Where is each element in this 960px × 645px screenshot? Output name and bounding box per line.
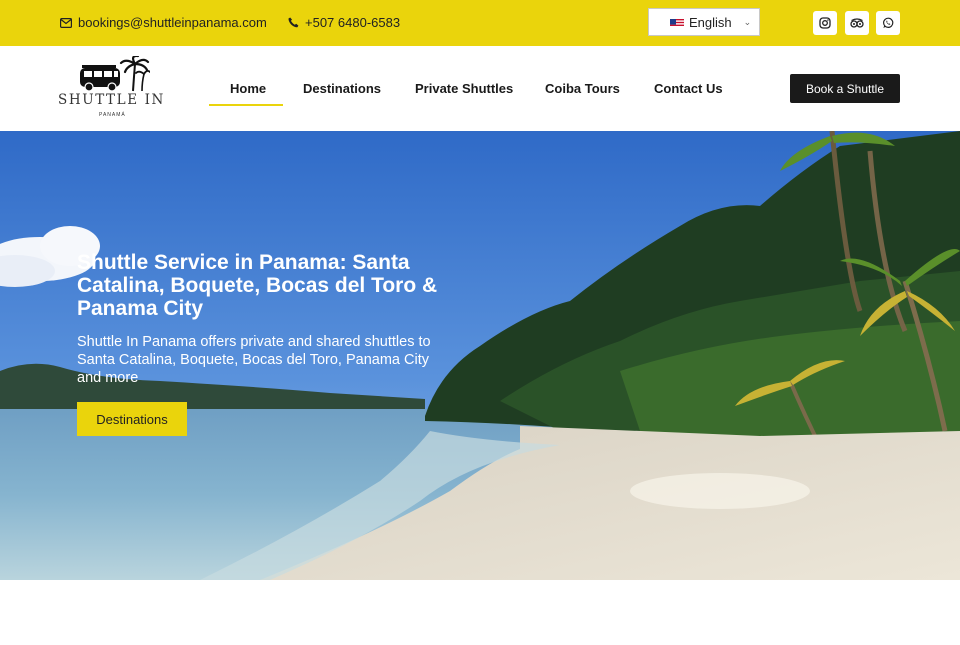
instagram-icon[interactable] — [813, 11, 837, 35]
phone-text: +507 6480-6583 — [305, 15, 401, 30]
language-label: English — [689, 14, 732, 30]
van-palm-logo-icon — [80, 56, 150, 92]
site-logo[interactable]: SHUTTLE IN PANAMÁ — [58, 56, 168, 120]
language-selector[interactable]: English ⌄ — [648, 8, 760, 36]
nav-coiba-tours[interactable]: Coiba Tours — [545, 81, 620, 96]
email-text: bookings@shuttleinpanama.com — [78, 15, 267, 30]
envelope-icon — [60, 17, 72, 28]
top-contact-bar: bookings@shuttleinpanama.com +507 6480-6… — [0, 0, 960, 46]
hero-description: Shuttle In Panama offers private and sha… — [77, 334, 431, 386]
nav-private-shuttles[interactable]: Private Shuttles — [415, 81, 513, 96]
us-flag-icon — [670, 17, 684, 27]
chevron-down-icon: ⌄ — [743, 16, 752, 27]
nav-home[interactable]: Home — [230, 81, 266, 96]
phone-link[interactable]: +507 6480-6583 — [288, 15, 400, 30]
book-shuttle-button[interactable]: Book a Shuttle — [790, 74, 900, 103]
hero-title: Shuttle Service in Panama: Santa Catalin… — [77, 251, 438, 320]
whatsapp-icon[interactable] — [876, 11, 900, 35]
tripadvisor-icon[interactable] — [845, 11, 869, 35]
nav-destinations[interactable]: Destinations — [303, 81, 381, 96]
logo-wordmark: SHUTTLE IN — [58, 92, 165, 108]
email-link[interactable]: bookings@shuttleinpanama.com — [60, 15, 267, 30]
phone-icon — [288, 17, 299, 28]
logo-subtext: PANAMÁ — [99, 112, 126, 118]
active-nav-indicator — [209, 104, 283, 106]
nav-contact-us[interactable]: Contact Us — [654, 81, 723, 96]
hero-section: Shuttle Service in Panama: Santa Catalin… — [0, 131, 960, 580]
destinations-button[interactable]: Destinations — [77, 402, 187, 436]
